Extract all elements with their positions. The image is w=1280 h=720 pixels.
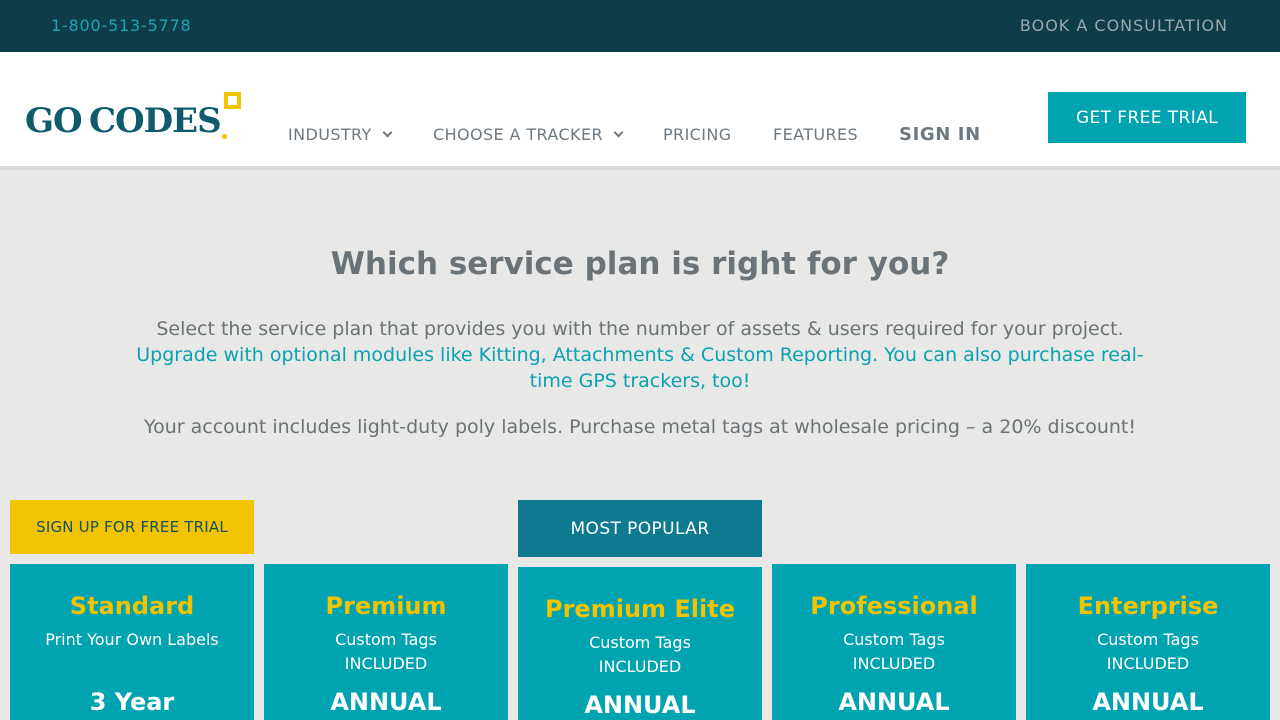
nav-item-choose-tracker[interactable]: CHOOSE A TRACKER [433,125,624,144]
page-title: Which service plan is right for you? [330,246,950,282]
nav-features-label: FEATURES [773,125,859,144]
plan-card-enterprise[interactable]: Enterprise Custom Tags INCLUDED ANNUAL [1026,564,1270,720]
sign-in-link[interactable]: SIGN IN [899,124,981,145]
chevron-down-icon [382,127,393,138]
book-consultation-link[interactable]: BOOK A CONSULTATION [1020,16,1228,35]
intro-paragraph: Select the service plan that provides yo… [120,316,1160,394]
sign-up-free-trial-button[interactable]: SIGN UP FOR FREE TRIAL [10,500,254,554]
nav-pricing-label: PRICING [663,125,732,144]
plan-term: ANNUAL [584,691,696,719]
plan-name: Premium [325,592,447,620]
plan-card-premium-elite[interactable]: Premium Elite Custom Tags INCLUDED ANNUA… [518,567,762,720]
top-bar: 1-800-513-5778 BOOK A CONSULTATION [0,0,1280,52]
chevron-down-icon [613,127,624,138]
labels-paragraph: Your account includes light-duty poly la… [144,416,1136,438]
intro-line-2-link[interactable]: Upgrade with optional modules like Kitti… [136,344,1144,392]
plan-card-standard[interactable]: Standard Print Your Own Labels 3 Year [10,564,254,720]
logo-square-icon [224,92,241,109]
plan-name: Premium Elite [545,595,735,623]
plan-term: ANNUAL [838,688,950,716]
intro-line-1: Select the service plan that provides yo… [156,318,1124,340]
plan-card-professional[interactable]: Professional Custom Tags INCLUDED ANNUAL [772,564,1016,720]
plan-subtitle: Custom Tags INCLUDED [335,630,437,673]
main-nav: GO CODES INDUSTRY CHOOSE A TRACKER PRICI… [0,52,1280,170]
logo-go-text: GO [25,101,83,141]
plan-name: Standard [69,592,195,620]
plan-term: ANNUAL [1092,688,1204,716]
plan-card-premium[interactable]: Premium Custom Tags INCLUDED ANNUAL [264,564,508,720]
plan-term: ANNUAL [330,688,442,716]
nav-item-features[interactable]: FEATURES [773,125,858,144]
most-popular-badge: MOST POPULAR [518,500,762,557]
plan-subtitle: Custom Tags INCLUDED [1097,630,1199,673]
plan-name: Enterprise [1077,592,1219,620]
logo-dot-icon [222,134,227,139]
plan-term: 3 Year [89,688,175,716]
plan-subtitle: Custom Tags INCLUDED [843,630,945,673]
get-free-trial-button[interactable]: GET FREE TRIAL [1048,92,1246,143]
gocodes-logo[interactable]: GO CODES [25,92,245,142]
plan-subtitle: Custom Tags INCLUDED [589,633,691,676]
nav-item-pricing[interactable]: PRICING [663,125,732,144]
nav-item-industry[interactable]: INDUSTRY [288,125,393,144]
phone-link[interactable]: 1-800-513-5778 [51,16,192,35]
plan-subtitle: Print Your Own Labels [45,630,219,649]
plan-name: Professional [810,592,978,620]
nav-choose-tracker-label: CHOOSE A TRACKER [433,125,603,144]
nav-industry-label: INDUSTRY [288,125,372,144]
logo-codes-text: CODES [89,101,222,141]
